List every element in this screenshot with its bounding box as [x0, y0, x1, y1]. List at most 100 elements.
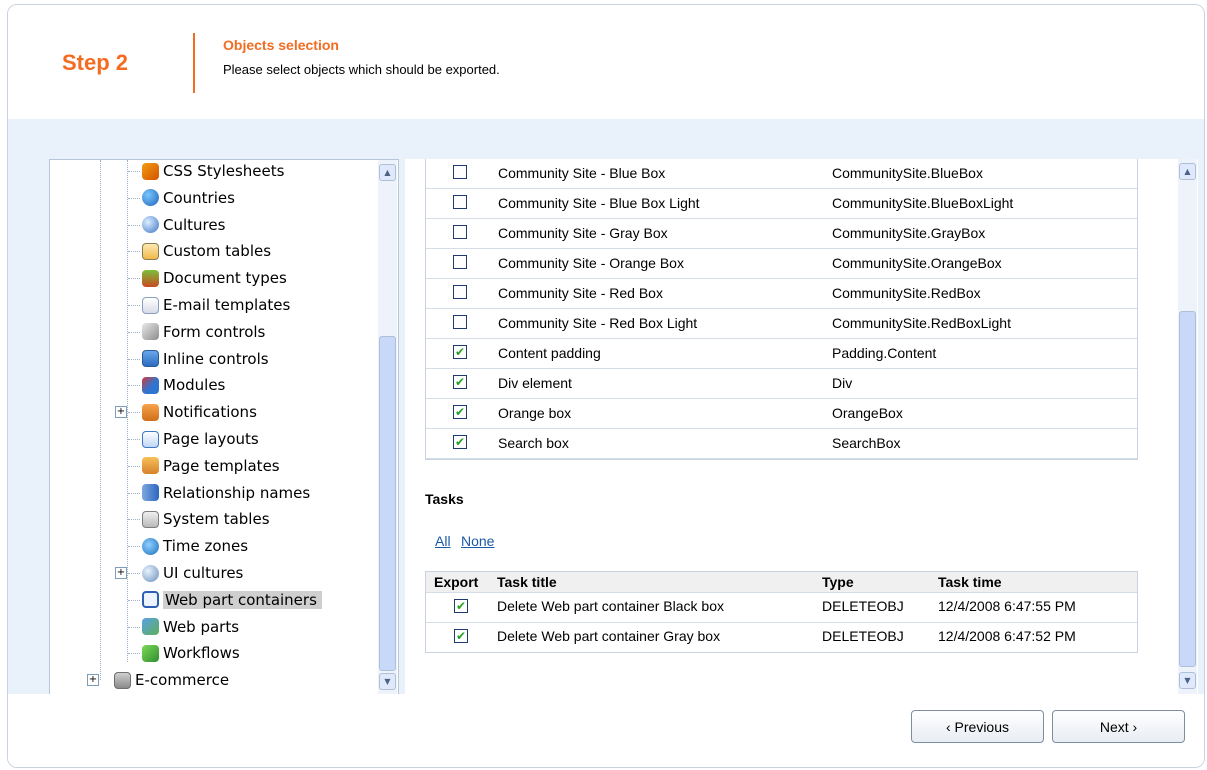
object-row: ✔ Div element Div	[426, 369, 1137, 399]
select-all-link[interactable]: All	[435, 533, 451, 549]
tree-item[interactable]: Document types	[142, 268, 287, 288]
tree-item-label: E-mail templates	[163, 296, 291, 314]
tree-item[interactable]: Form controls	[142, 322, 265, 342]
tree-item[interactable]: Notifications	[142, 402, 257, 422]
scroll-down-icon[interactable]: ▼	[379, 673, 396, 690]
tree-connector	[128, 465, 140, 467]
inline-controls-icon	[142, 350, 159, 368]
tree-item-label: CSS Stylesheets	[163, 162, 285, 180]
tree-item[interactable]: E-mail templates	[142, 295, 290, 315]
ecommerce-icon	[114, 671, 131, 689]
column-header-export: Export	[434, 574, 479, 590]
tree-expand-icon[interactable]: +	[87, 674, 99, 687]
object-checkbox[interactable]: ✔	[453, 375, 467, 389]
tree-connector	[128, 412, 140, 414]
next-button[interactable]: Next ›	[1052, 710, 1185, 743]
scroll-down-icon[interactable]: ▼	[1179, 672, 1196, 689]
tree-scrollbar[interactable]: ▲ ▼	[378, 160, 397, 696]
tree-item-label: Web parts	[163, 617, 240, 636]
tree-connector	[128, 626, 140, 628]
object-tree-panel: CSS Stylesheets Countries Cultures Custom t…	[49, 159, 399, 697]
tree-item[interactable]: Relationship names	[142, 483, 310, 503]
object-title: Div element	[498, 375, 572, 391]
task-export-checkbox[interactable]: ✔	[454, 599, 468, 613]
object-checkbox[interactable]: ✔	[453, 405, 467, 419]
select-none-link[interactable]: None	[461, 533, 494, 549]
object-code-name: CommunitySite.OrangeBox	[832, 255, 1002, 271]
task-export-checkbox[interactable]: ✔	[454, 629, 468, 643]
scroll-thumb[interactable]	[379, 336, 396, 671]
tree-item[interactable]: Modules	[142, 375, 225, 395]
tree-connector	[128, 546, 140, 548]
tree-connector	[128, 331, 140, 333]
checkmark-icon	[142, 644, 159, 662]
wizard-footer: ‹ Previous Next ›	[8, 694, 1204, 767]
object-code-name: CommunitySite.BlueBox	[832, 165, 983, 181]
tree-item[interactable]: Inline controls	[142, 349, 269, 369]
object-checkbox[interactable]	[453, 225, 467, 239]
object-title: Community Site - Blue Box Light	[498, 195, 700, 211]
tree-item[interactable]: Web parts	[142, 617, 239, 637]
previous-button[interactable]: ‹ Previous	[911, 710, 1044, 743]
form-controls-icon	[142, 323, 159, 341]
column-header-type: Type	[822, 574, 854, 590]
relationship-icon	[142, 484, 159, 502]
tree-item[interactable]: Time zones	[142, 536, 248, 556]
task-time: 12/4/2008 6:47:52 PM	[938, 628, 1076, 644]
tree-item[interactable]: Workflows	[142, 643, 240, 663]
tree-item[interactable]: Page templates	[142, 456, 280, 476]
object-checkbox[interactable]	[453, 165, 467, 179]
scroll-thumb[interactable]	[1179, 311, 1196, 667]
ui-cultures-icon	[142, 564, 159, 582]
tree-item-label: Custom tables	[163, 242, 272, 261]
task-title: Delete Web part container Black box	[497, 598, 724, 614]
tree-item-label: Form controls	[163, 322, 266, 341]
tree-item-ecommerce[interactable]: E-commerce	[114, 670, 229, 690]
tasks-table-header: Export Task title Type Task time	[426, 572, 1137, 592]
object-checkbox[interactable]	[453, 285, 467, 299]
tree-item-label: Modules	[163, 376, 226, 395]
tree-connector	[128, 305, 140, 306]
object-title: Community Site - Orange Box	[498, 255, 684, 271]
object-code-name: CommunitySite.GrayBox	[832, 225, 986, 241]
css-stylesheets-icon	[142, 162, 159, 180]
wizard-header: Step 2 Objects selection Please select o…	[8, 5, 1204, 119]
object-row: Community Site - Red Box CommunitySite.Re…	[426, 279, 1137, 309]
tree-item[interactable]: Countries	[142, 188, 235, 208]
tasks-heading: Tasks	[425, 491, 464, 507]
object-code-name: CommunitySite.RedBox	[832, 285, 981, 301]
object-checkbox[interactable]: ✔	[453, 345, 467, 359]
tree-connector	[128, 492, 140, 494]
tree-item-label: Relationship names	[163, 483, 311, 502]
object-row: Community Site - Gray Box CommunitySite.G…	[426, 219, 1137, 249]
object-code-name: OrangeBox	[832, 405, 903, 421]
object-code-name: Padding.Content	[832, 345, 937, 361]
tree-item-label: UI cultures	[163, 564, 244, 582]
scroll-up-icon[interactable]: ▲	[1179, 163, 1196, 180]
tree-item-label: Cultures	[163, 215, 226, 234]
tree-line	[127, 160, 128, 662]
scroll-up-icon[interactable]: ▲	[379, 164, 396, 181]
tree-line	[100, 160, 101, 680]
list-scrollbar[interactable]: ▲ ▼	[1178, 159, 1197, 695]
tree-connector	[128, 385, 140, 387]
tree-expand-icon[interactable]: +	[115, 567, 127, 579]
step-label: Step 2	[62, 50, 129, 75]
tree-item[interactable]: UI cultures	[142, 563, 243, 583]
wizard-frame: Step 2 Objects selection Please select o…	[7, 4, 1205, 768]
tree-item[interactable]: Web part containers	[142, 590, 322, 610]
object-code-name: Div	[832, 375, 853, 391]
tree-item[interactable]: CSS Stylesheets	[142, 161, 284, 181]
object-checkbox[interactable]	[453, 315, 467, 329]
object-checkbox[interactable]	[453, 195, 467, 209]
object-checkbox[interactable]	[453, 255, 467, 269]
page-templates-icon	[142, 457, 159, 475]
tree-item[interactable]: Custom tables	[142, 241, 271, 261]
tree-expand-icon[interactable]: +	[115, 406, 127, 419]
tree-item[interactable]: Page layouts	[142, 429, 259, 449]
tree-item[interactable]: Cultures	[142, 215, 225, 235]
tree-connector	[128, 599, 140, 601]
object-checkbox[interactable]: ✔	[453, 435, 467, 449]
content-area: CSS Stylesheets Countries Cultures Custom t…	[8, 119, 1204, 697]
tree-item[interactable]: System tables	[142, 509, 270, 529]
